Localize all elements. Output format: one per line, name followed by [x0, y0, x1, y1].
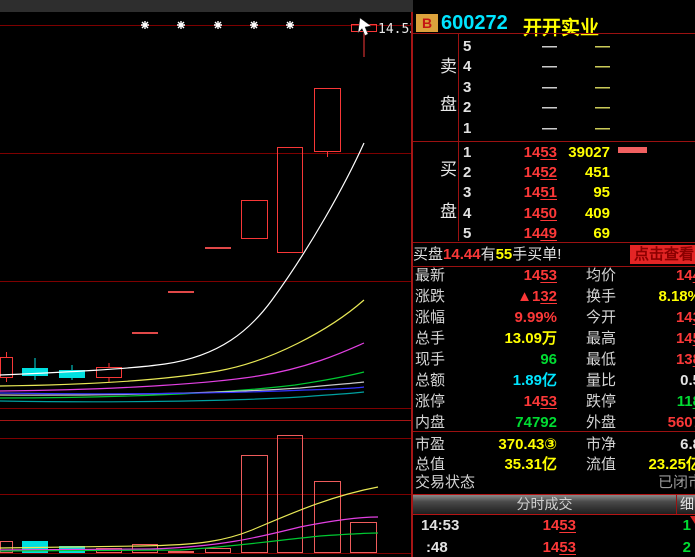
quote-row: 涨幅 9.99% 今开 143: [413, 308, 695, 328]
separator: [458, 34, 459, 241]
star-marker-icon: [250, 21, 258, 29]
ma-line: [0, 300, 364, 386]
quote-row: 内盘 74792 外盘 5607: [413, 413, 695, 433]
view-details-button[interactable]: 点击查看: [630, 245, 695, 264]
quote-row: 总值 35.31亿 流值 23.25亿: [413, 455, 695, 475]
buy-order-alert: 买盘14.44有55手买单! 点击查看: [413, 243, 695, 266]
trading-terminal: 14.53 B 600272 开开实业 卖 盘 5 — — 4 — — 3 — …: [0, 0, 695, 557]
sell-row[interactable]: 5 — —: [413, 37, 695, 57]
kline-volume-chart[interactable]: 14.53: [0, 0, 413, 557]
quote-row: 总手 13.09万 最高 145: [413, 329, 695, 349]
trading-status-row: 交易状态 已闭市: [413, 473, 695, 493]
price-label: 14.53: [378, 22, 413, 37]
volume-bar-up: [206, 549, 231, 553]
candle-up: [242, 201, 268, 239]
star-marker-icon: [286, 21, 294, 29]
trade-row[interactable]: :48 1453 2: [413, 538, 695, 557]
quote-row: 总额 1.89亿 量比 0.5: [413, 371, 695, 391]
quote-row: 最新 1453 均价 144: [413, 266, 695, 286]
star-marker-icon: [177, 21, 185, 29]
trading-status-value: 已闭市: [658, 473, 695, 493]
sell-row[interactable]: 1 — —: [413, 119, 695, 139]
volume-ma-line: [0, 517, 378, 550]
sell-row[interactable]: 2 — —: [413, 98, 695, 118]
separator: [413, 33, 695, 34]
star-marker-icon: [214, 21, 222, 29]
sell-row[interactable]: 3 — —: [413, 78, 695, 98]
candle-up: [278, 148, 303, 253]
separator: [413, 141, 695, 142]
margin-badge-icon: B: [416, 14, 438, 32]
candle-up: [315, 89, 341, 152]
volume-bar-up: [169, 552, 194, 553]
volume-ma-line: [0, 487, 378, 548]
buy1-volume-bar: [618, 147, 647, 153]
sell-row[interactable]: 4 — —: [413, 57, 695, 77]
volume-bar-up: [315, 482, 341, 553]
tab-detail[interactable]: 细: [680, 495, 694, 514]
quote-row: 现手 96 最低 138: [413, 350, 695, 370]
quote-row: 市盈 370.43③ 市净 6.8: [413, 435, 695, 455]
buy-row[interactable]: 3 1451 95: [413, 183, 695, 203]
ma-line: [0, 143, 364, 375]
quote-row: 涨停 1453 跌停 118: [413, 392, 695, 412]
candle-down: [22, 368, 48, 376]
separator: [413, 431, 695, 432]
volume-bar-up: [351, 523, 377, 553]
volume-ma-line: [0, 533, 378, 551]
quote-row: 涨跌 ▲132 换手 8.18%: [413, 287, 695, 307]
buy-row[interactable]: 2 1452 451: [413, 163, 695, 183]
tab-tick-trades[interactable]: 分时成交: [413, 495, 676, 514]
bottom-tabbar: 分时成交 细: [413, 494, 695, 515]
trade-row[interactable]: 14:53 1453 1: [413, 516, 695, 536]
buy-row[interactable]: 5 1449 69: [413, 224, 695, 244]
stock-code[interactable]: 600272: [441, 12, 508, 35]
ma-line: [0, 343, 364, 391]
quote-panel: B 600272 开开实业 卖 盘 5 — — 4 — — 3 — — 2 — …: [413, 0, 695, 557]
stock-header: B 600272 开开实业: [413, 12, 695, 34]
buy-row[interactable]: 4 1450 409: [413, 204, 695, 224]
buy-row[interactable]: 1 1453 39027: [413, 143, 695, 163]
stock-name[interactable]: 开开实业: [523, 13, 599, 40]
star-marker-icon: [141, 21, 149, 29]
scroll-arrow-icon[interactable]: [690, 516, 695, 527]
mouse-cursor-icon: [358, 18, 371, 36]
separator: [676, 495, 677, 514]
